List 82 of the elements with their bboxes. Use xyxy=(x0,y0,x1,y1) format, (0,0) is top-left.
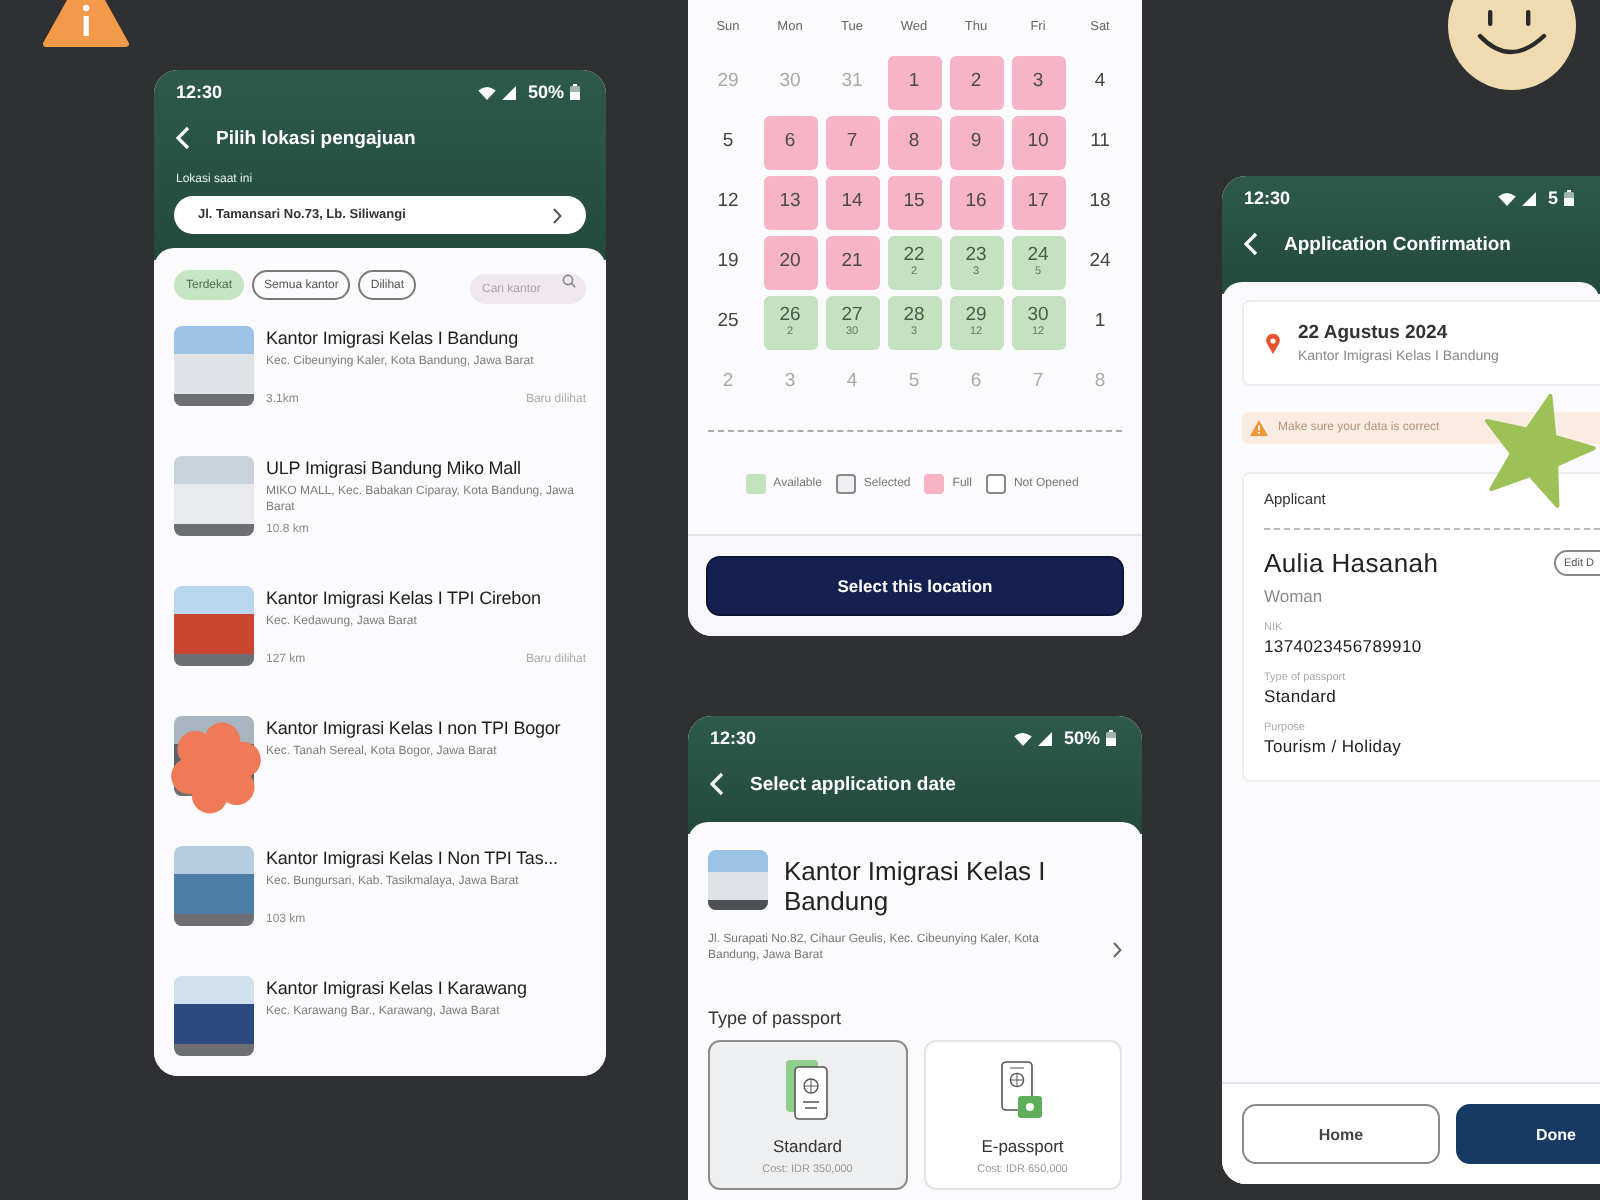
office-name: Kantor Imigrasi Kelas I Bandung xyxy=(784,856,1048,916)
calendar-day[interactable]: 9 xyxy=(949,115,1003,169)
wifi-icon xyxy=(1497,191,1516,205)
warning-icon xyxy=(1250,420,1268,436)
back-icon[interactable] xyxy=(1244,232,1258,256)
back-icon[interactable] xyxy=(176,126,190,150)
search-icon xyxy=(562,273,576,288)
applicant-name: Aulia Hasanah xyxy=(1264,548,1439,578)
calendar-day[interactable]: 18 xyxy=(1073,175,1127,229)
photo-placeholder xyxy=(174,326,254,406)
field-value: 1374023456789910 xyxy=(1264,636,1424,656)
calendar-day[interactable]: 21 xyxy=(825,235,879,289)
wifi-icon xyxy=(477,85,496,99)
flower-sticker xyxy=(171,722,261,814)
calendar-day[interactable]: 1 xyxy=(887,55,941,109)
office-name: Kantor Imigrasi Kelas I Karawang xyxy=(266,976,529,1000)
done-button[interactable]: Done xyxy=(1456,1104,1600,1164)
field-value: Standard xyxy=(1264,686,1339,706)
calendar-day[interactable]: 11 xyxy=(1073,115,1127,169)
calendar-day[interactable]: 10 xyxy=(1011,115,1065,169)
calendar-day[interactable]: 16 xyxy=(949,175,1003,229)
calendar-day[interactable]: 4 xyxy=(1073,55,1127,109)
calendar-day[interactable]: 14 xyxy=(825,175,879,229)
info-sticker xyxy=(43,0,129,47)
battery-icon xyxy=(570,84,580,100)
calendar-day[interactable]: 7 xyxy=(825,115,879,169)
battery-icon xyxy=(1564,190,1574,206)
office-name: Kantor Imigrasi Kelas I TPI Cirebon xyxy=(266,586,543,610)
legend-swatch xyxy=(985,474,1006,494)
photo-placeholder xyxy=(174,586,254,666)
battery-percentage: 50% xyxy=(527,82,564,102)
photo-placeholder xyxy=(708,850,768,910)
calendar-day[interactable]: 15 xyxy=(887,175,941,229)
calendar-day[interactable]: 25 xyxy=(701,295,755,349)
legend-swatch xyxy=(745,474,766,494)
back-icon[interactable] xyxy=(710,772,724,796)
location-pin-icon xyxy=(1266,333,1280,353)
screen-title: Select application date xyxy=(750,773,956,795)
photo-placeholder xyxy=(174,976,254,1056)
legend-swatch xyxy=(835,474,856,494)
office-name: ULP Imigrasi Bandung Miko Mall xyxy=(266,456,523,480)
battery-icon xyxy=(1106,730,1116,746)
calendar-day[interactable]: 1 xyxy=(1073,295,1127,349)
office-name: Kantor Imigrasi Kelas I Non TPI Tas... xyxy=(266,846,560,870)
status-time: 12:30 xyxy=(710,728,757,748)
screen-title: Application Confirmation xyxy=(1284,233,1511,255)
home-button[interactable]: Home xyxy=(1242,1104,1440,1164)
photo-placeholder xyxy=(174,456,254,536)
calendar-day[interactable]: 2 xyxy=(949,55,1003,109)
field-value: Tourism / Holiday xyxy=(1264,736,1404,756)
calendar-day[interactable]: 24 xyxy=(1073,235,1127,289)
photo-placeholder xyxy=(174,846,254,926)
signal-icon xyxy=(501,85,516,99)
passport-icon xyxy=(785,1060,830,1120)
star-sticker xyxy=(1485,393,1596,508)
calendar-day[interactable]: 12 xyxy=(701,175,755,229)
chevron-right-icon xyxy=(552,207,562,223)
battery-percentage: 5 xyxy=(1547,188,1558,208)
wifi-icon xyxy=(1013,731,1032,745)
appointment-date: 22 Agustus 2024 xyxy=(1298,322,1450,344)
calendar-day[interactable]: 8 xyxy=(887,115,941,169)
calendar-day[interactable]: 13 xyxy=(763,175,817,229)
section-title: Type of passport xyxy=(708,1008,844,1028)
calendar-day[interactable]: 17 xyxy=(1011,175,1065,229)
calendar-day[interactable]: 3 xyxy=(1011,55,1065,109)
calendar-day[interactable]: 5 xyxy=(701,115,755,169)
applicant-gender: Woman xyxy=(1264,586,1325,606)
legend-swatch xyxy=(924,474,945,494)
battery-percentage: 50% xyxy=(1063,728,1100,748)
calendar-day[interactable]: 6 xyxy=(763,115,817,169)
office-name: Kantor Imigrasi Kelas I non TPI Bogor xyxy=(266,716,563,740)
screen-title: Pilih lokasi pengajuan xyxy=(216,127,416,149)
select-location-button[interactable]: Select this location xyxy=(708,558,1122,614)
signal-icon xyxy=(1037,731,1052,745)
status-time: 12:30 xyxy=(1244,188,1291,208)
calendar-day[interactable]: 20 xyxy=(763,235,817,289)
signal-icon xyxy=(1521,191,1536,205)
office-name: Kantor Imigrasi Kelas I Bandung xyxy=(266,326,520,350)
calendar-day[interactable]: 19 xyxy=(701,235,755,289)
status-time: 12:30 xyxy=(176,82,223,102)
chevron-right-icon xyxy=(1112,941,1122,957)
e-passport-icon xyxy=(1000,1060,1045,1120)
